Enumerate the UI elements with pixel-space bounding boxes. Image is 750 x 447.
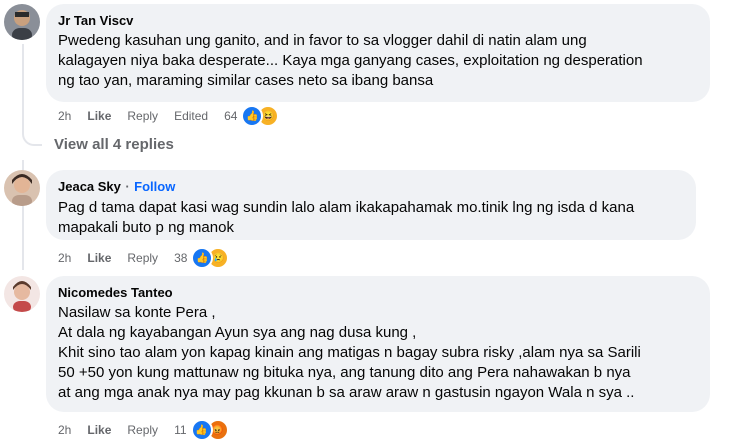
thread-line [22,44,24,128]
like-button[interactable]: Like [87,423,111,437]
comment-line: Khit sino tao alam yon kapag kinain ang … [58,344,641,361]
thread-elbow [22,126,42,146]
comment-header: Jeaca Sky · Follow [58,178,684,196]
avatar[interactable] [4,4,40,40]
comment-line: mapakali buto p ng manok [58,219,234,236]
comment-line: at ang mga anak nya may pag kkunan b sa … [58,384,635,401]
comment-actions: 2h Like Reply Edited 64 👍 😆 [58,105,280,127]
reaction-count[interactable]: 38 [174,251,187,265]
reaction-count[interactable]: 64 [224,109,237,123]
separator-dot: · [125,179,130,194]
comment-line: Pwedeng kasuhan ung ganito, and in favor… [58,32,587,49]
view-replies-link[interactable]: View all 4 replies [54,136,174,153]
timestamp[interactable]: 2h [58,109,71,123]
like-button[interactable]: Like [87,251,111,265]
edited-label: Edited [174,109,209,123]
comment-text: Nasilaw sa konte Pera , At dala ng kayab… [58,303,698,403]
avatar[interactable] [4,170,40,206]
comment-text: Pwedeng kasuhan ung ganito, and in favor… [58,31,698,91]
reactions[interactable]: 👍 😆 [241,105,280,127]
reply-button[interactable]: Reply [127,109,158,123]
comment-text: Pag d tama dapat kasi wag sundin lalo al… [58,198,684,238]
comment-actions: 2h Like Reply 11 👍 😡 [58,419,229,441]
comment-line: 50 +50 yon kung mattunaw ng bituka nya, … [58,364,631,381]
comment-author[interactable]: Jeaca Sky [58,179,121,194]
comment-author[interactable]: Jr Tan Viscv [58,12,698,29]
avatar[interactable] [4,276,40,312]
reactions[interactable]: 👍 😡 [190,419,229,441]
comment-line: Nasilaw sa konte Pera , [58,304,216,321]
like-button[interactable]: Like [87,109,111,123]
reply-button[interactable]: Reply [127,423,158,437]
comment-line: Pag d tama dapat kasi wag sundin lalo al… [58,199,635,216]
reactions[interactable]: 👍 😢 [191,247,230,269]
follow-button[interactable]: Follow [134,179,175,194]
comment-bubble: Jeaca Sky · Follow Pag d tama dapat kasi… [46,170,696,240]
reply-button[interactable]: Reply [127,251,158,265]
reaction-count[interactable]: 11 [174,423,186,437]
comment-line: At dala ng kayabangan Ayun sya ang nag d… [58,324,417,341]
timestamp[interactable]: 2h [58,423,71,437]
comment-line: ng tao yan, maraming similar cases neto … [58,72,434,89]
comment-bubble: Nicomedes Tanteo Nasilaw sa konte Pera ,… [46,276,710,412]
comment-line: kalagayen niya baka desperate... Kaya mg… [58,52,643,69]
like-icon: 👍 [190,419,213,441]
comment-bubble: Jr Tan Viscv Pwedeng kasuhan ung ganito,… [46,4,710,102]
timestamp[interactable]: 2h [58,251,71,265]
comment-actions: 2h Like Reply 38 👍 😢 [58,247,230,269]
comment-author[interactable]: Nicomedes Tanteo [58,284,698,301]
